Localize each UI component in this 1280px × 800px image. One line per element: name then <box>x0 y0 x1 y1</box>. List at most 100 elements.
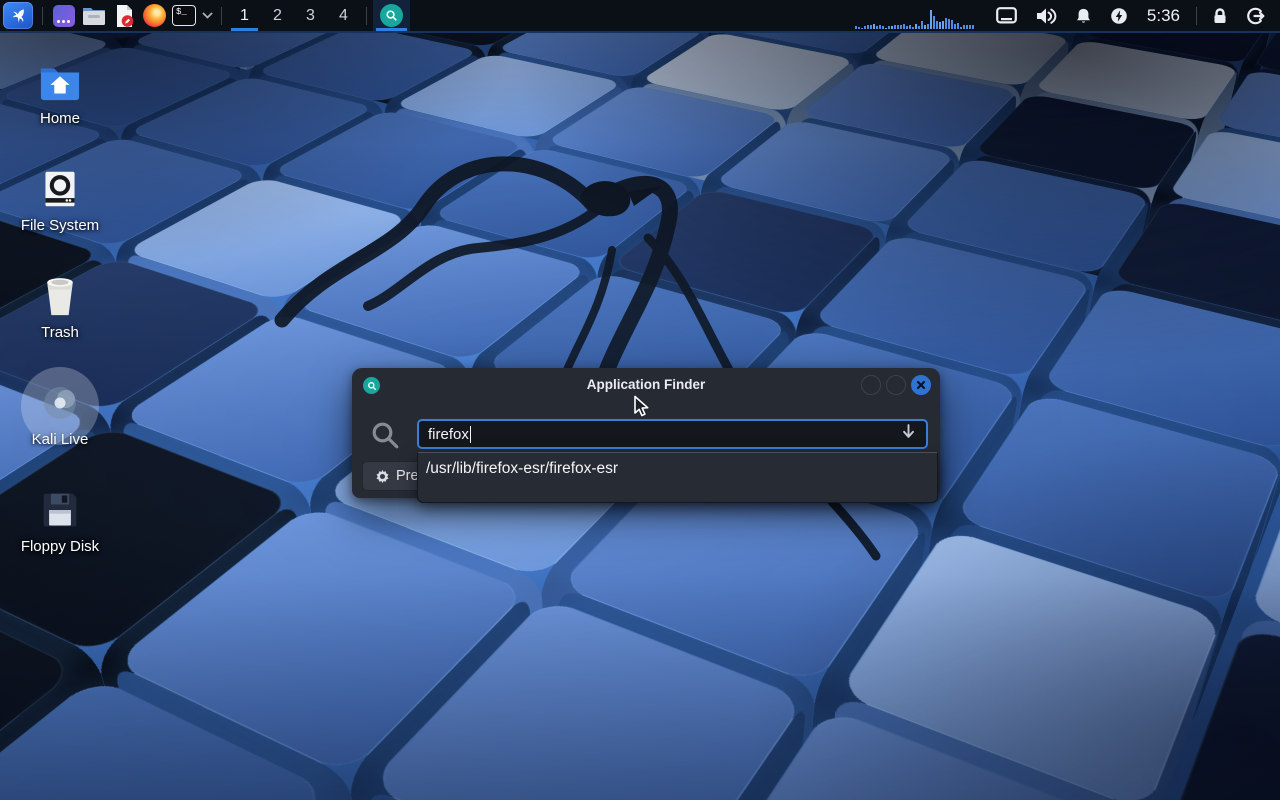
close-icon <box>916 380 926 390</box>
load-graph-bar <box>948 19 950 29</box>
load-graph-bar <box>864 26 866 29</box>
text-editor-icon <box>112 4 136 28</box>
clock[interactable]: 5:36 <box>1137 6 1190 26</box>
workspace-number: 3 <box>306 7 315 25</box>
desktop-icon-file-system[interactable]: File System <box>10 165 110 234</box>
load-graph-bar <box>882 26 884 29</box>
load-graph-bar <box>960 27 962 29</box>
desktop-icon-home[interactable]: Home <box>10 58 110 127</box>
workspace-number: 1 <box>240 7 249 25</box>
load-graph-bar <box>879 25 881 29</box>
minimize-button[interactable] <box>861 375 881 395</box>
applications-menu-button[interactable] <box>0 0 36 31</box>
load-graph-bar <box>885 28 887 29</box>
lock-icon <box>1212 7 1228 25</box>
load-graph[interactable] <box>853 0 979 31</box>
launcher-app-window[interactable] <box>49 0 79 31</box>
load-graph-bar <box>954 24 956 29</box>
logout-icon <box>1246 7 1265 25</box>
load-graph-bar <box>957 23 959 29</box>
display-tray-button[interactable] <box>987 0 1026 31</box>
load-graph-bar <box>900 25 902 29</box>
load-graph-bar <box>927 24 929 29</box>
notifications-tray-button[interactable] <box>1066 0 1101 31</box>
desktop-icon-floppy-disk[interactable]: Floppy Disk <box>10 486 110 555</box>
launcher-firefox[interactable] <box>139 0 169 31</box>
load-graph-bar <box>930 10 932 29</box>
load-graph-bar <box>861 28 863 29</box>
load-graph-bar <box>858 27 860 29</box>
volume-icon <box>1035 7 1057 25</box>
dropdown-arrow-icon[interactable] <box>900 423 917 445</box>
desktop-icon-label: Floppy Disk <box>10 538 110 555</box>
terminal-icon: $_ <box>172 5 196 26</box>
launcher-text-editor[interactable] <box>109 0 139 31</box>
load-graph-bar <box>924 25 926 29</box>
search-results-popup: /usr/lib/firefox-esr/firefox-esr <box>417 452 938 503</box>
panel-separator <box>221 7 222 25</box>
panel-separator <box>42 7 43 25</box>
workspace-3[interactable]: 3 <box>294 0 327 31</box>
launcher-terminal[interactable]: $_ <box>169 0 199 31</box>
load-graph-bar <box>933 16 935 29</box>
lock-screen-button[interactable] <box>1203 0 1237 31</box>
window-title: Application Finder <box>352 368 940 402</box>
close-button[interactable] <box>911 375 931 395</box>
power-manager-tray-button[interactable] <box>1101 0 1137 31</box>
volume-tray-button[interactable] <box>1026 0 1066 31</box>
workspace-number: 4 <box>339 7 348 25</box>
load-graph-bar <box>942 21 944 29</box>
panel-indicators: 5:36 <box>853 0 1280 31</box>
load-graph-bar <box>909 25 911 29</box>
top-panel: $_ 1 2 3 4 5:36 <box>0 0 1280 33</box>
load-graph-bar <box>963 25 965 29</box>
search-input[interactable]: firefox <box>417 419 928 449</box>
workspace-1[interactable]: 1 <box>228 0 261 31</box>
load-graph-bar <box>906 26 908 29</box>
home-folder-icon <box>10 58 110 106</box>
load-graph-bar <box>873 24 875 29</box>
firefox-icon <box>143 4 166 27</box>
logout-button[interactable] <box>1237 0 1274 31</box>
load-graph-bar <box>897 25 899 29</box>
kali-dragon-icon <box>3 2 33 29</box>
gear-icon <box>375 469 390 484</box>
load-graph-bar <box>945 18 947 29</box>
maximize-button[interactable] <box>886 375 906 395</box>
file-manager-icon <box>82 5 106 27</box>
workspace-2[interactable]: 2 <box>261 0 294 31</box>
load-graph-bar <box>918 26 920 29</box>
application-finder-window-button[interactable] <box>373 0 410 31</box>
load-graph-bar <box>951 20 953 29</box>
app-finder-magnifier-icon <box>380 4 403 27</box>
launcher-file-manager[interactable] <box>79 0 109 31</box>
chevron-down-icon <box>202 12 213 19</box>
terminal-launcher-menu-arrow[interactable] <box>199 0 215 31</box>
load-graph-bar <box>888 26 890 29</box>
power-icon <box>1110 7 1128 25</box>
display-icon <box>996 7 1017 24</box>
search-icon <box>370 420 401 451</box>
panel-separator <box>1196 7 1197 25</box>
workspace-4[interactable]: 4 <box>327 0 360 31</box>
desktop-icon-trash[interactable]: Trash <box>10 272 110 341</box>
window-controls <box>861 375 931 395</box>
desktop-icon-label: File System <box>10 217 110 234</box>
text-caret <box>470 426 472 443</box>
load-graph-bar <box>939 22 941 29</box>
load-graph-bar <box>867 25 869 29</box>
app-window-icon <box>53 5 75 27</box>
load-graph-bar <box>891 26 893 29</box>
drive-icon <box>10 165 110 213</box>
load-graph-bar <box>972 25 974 29</box>
load-graph-bar <box>894 25 896 29</box>
load-graph-bar <box>936 21 938 29</box>
load-graph-bar <box>915 24 917 29</box>
desktop-icon-label: Trash <box>10 324 110 341</box>
result-item[interactable]: /usr/lib/firefox-esr/firefox-esr <box>426 458 929 479</box>
search-input-value: firefox <box>428 426 469 443</box>
load-graph-bar <box>870 25 872 29</box>
load-graph-bar <box>966 25 968 29</box>
desktop-icon-kali-live[interactable]: Kali Live <box>10 379 110 448</box>
load-graph-bar <box>921 21 923 29</box>
